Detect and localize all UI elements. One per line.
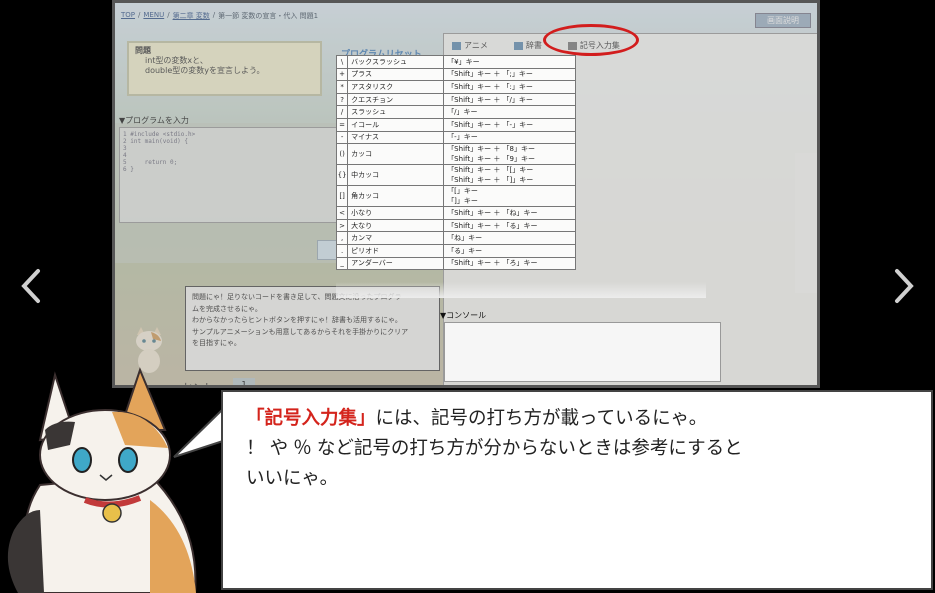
symbol-char: ?	[335, 92, 349, 107]
symbol-char: *	[335, 80, 349, 94]
symbol-row: < 小なり 「Shift」キー ＋ 「ね」キー	[335, 206, 576, 220]
symbol-input-method: 「Shift」キー ＋ 「;」キー	[443, 67, 576, 82]
symbol-row: {} 中カッコ 「Shift」キー ＋ 「[」キー 「Shift」キー ＋ 「]」キー	[335, 164, 576, 187]
symbol-input-line: 「]」キー	[447, 197, 478, 206]
symbol-char: =	[335, 117, 349, 132]
symbol-input-line: 「Shift」キー ＋ 「ね」キー	[447, 208, 538, 217]
symbol-input-method: 「¥」キー	[443, 55, 576, 69]
symbol-name: 中カッコ	[347, 164, 445, 187]
symbol-input-method: 「ね」キー	[443, 231, 576, 245]
symbol-input-line: 「-」キー	[447, 133, 478, 142]
symbol-input-line: 「[」キー	[447, 187, 478, 196]
speech-line-2: ！ や ％ など記号の打ち方が分からないときは参考にすると	[246, 437, 743, 458]
symbol-input-method: 「る」キー	[443, 243, 576, 258]
symbol-row: + プラス 「Shift」キー ＋ 「;」キー	[335, 67, 576, 82]
symbol-input-method: 「[」キー 「]」キー	[443, 185, 576, 208]
symbol-row: * アスタリスク 「Shift」キー ＋ 「:」キー	[335, 80, 576, 94]
symbol-input-line: 「Shift」キー ＋ 「/」キー	[447, 95, 533, 104]
symbol-row: [] 角カッコ 「[」キー 「]」キー	[335, 185, 576, 208]
console-output	[444, 322, 721, 382]
symbol-row: ? クエスチョン 「Shift」キー ＋ 「/」キー	[335, 92, 576, 107]
symbol-row: , カンマ 「ね」キー	[335, 231, 576, 245]
symbol-input-line: 「Shift」キー ＋ 「ろ」キー	[447, 259, 538, 268]
symbol-char: /	[335, 105, 349, 119]
symbol-row: \ バックスラッシュ 「¥」キー	[335, 55, 576, 69]
symbol-input-method: 「Shift」キー ＋ 「/」キー	[443, 92, 576, 107]
symbol-input-method: 「Shift」キー ＋ 「-」キー	[443, 117, 576, 132]
symbol-row: > 大なり 「Shift」キー ＋ 「る」キー	[335, 218, 576, 233]
speech-line-3: いいにゃ。	[246, 467, 339, 488]
symbol-name: 小なり	[347, 206, 445, 220]
symbol-name: カンマ	[347, 231, 445, 245]
symbol-row: / スラッシュ 「/」キー	[335, 105, 576, 119]
symbol-row: = イコール 「Shift」キー ＋ 「-」キー	[335, 117, 576, 132]
symbol-input-line: 「Shift」キー ＋ 「9」キー	[447, 155, 536, 164]
symbol-input-method: 「/」キー	[443, 105, 576, 119]
speech-line-1: には、記号の打ち方が載っているにゃ。	[375, 407, 708, 428]
symbol-input-method: 「Shift」キー ＋ 「る」キー	[443, 218, 576, 233]
tab-highlight-ring	[543, 24, 639, 56]
symbol-name: イコール	[347, 117, 445, 132]
symbol-name: アスタリスク	[347, 80, 445, 94]
symbol-name: プラス	[347, 67, 445, 82]
symbol-char: ()	[335, 143, 349, 166]
symbol-char: <	[335, 206, 349, 220]
prev-arrow-icon[interactable]	[18, 268, 44, 304]
symbol-name: アンダーバー	[347, 256, 445, 271]
symbol-row: () カッコ 「Shift」キー ＋ 「8」キー 「Shift」キー ＋ 「9」キー	[335, 143, 576, 166]
symbol-input-line: 「Shift」キー ＋ 「[」キー	[447, 166, 534, 175]
symbol-input-line: 「Shift」キー ＋ 「8」キー	[447, 145, 536, 154]
guide-speech-text: 「記号入力集」には、記号の打ち方が載っているにゃ。 ！ や ％ など記号の打ち方…	[246, 403, 906, 493]
symbol-input-method: 「Shift」キー ＋ 「ね」キー	[443, 206, 576, 220]
symbol-input-line: 「Shift」キー ＋ 「]」キー	[447, 176, 534, 185]
symbol-input-method: 「Shift」キー ＋ 「ろ」キー	[443, 256, 576, 271]
symbol-char: _	[335, 256, 349, 271]
symbol-input-method: 「Shift」キー ＋ 「:」キー	[443, 80, 576, 94]
symbol-input-line: 「る」キー	[447, 246, 483, 255]
symbol-input-method: 「-」キー	[443, 130, 576, 145]
symbol-input-line: 「ね」キー	[447, 234, 483, 243]
symbol-input-method: 「Shift」キー ＋ 「8」キー 「Shift」キー ＋ 「9」キー	[443, 143, 576, 166]
symbol-input-line: 「Shift」キー ＋ 「-」キー	[447, 120, 534, 129]
symbol-input-line: 「/」キー	[447, 108, 478, 117]
console-label: ▼コンソール	[440, 311, 487, 320]
symbol-name: スラッシュ	[347, 105, 445, 119]
symbol-name: 角カッコ	[347, 185, 445, 208]
symbol-name: 大なり	[347, 218, 445, 233]
symbol-input-line: 「Shift」キー ＋ 「;」キー	[447, 70, 533, 79]
symbol-input-line: 「Shift」キー ＋ 「る」キー	[447, 221, 538, 230]
symbol-char: >	[335, 218, 349, 233]
symbol-name: クエスチョン	[347, 92, 445, 107]
symbol-char: \	[335, 55, 349, 69]
symbol-char: .	[335, 243, 349, 258]
symbol-name: カッコ	[347, 143, 445, 166]
symbol-name: マイナス	[347, 130, 445, 145]
next-arrow-icon[interactable]	[891, 268, 917, 304]
symbol-char: []	[335, 185, 349, 208]
symbol-row: - マイナス 「-」キー	[335, 130, 576, 145]
table-fade	[336, 282, 706, 298]
symbol-row: . ピリオド 「る」キー	[335, 243, 576, 258]
guide-cat-illustration	[7, 367, 197, 593]
symbol-name: バックスラッシュ	[347, 55, 445, 69]
symbol-name: ピリオド	[347, 243, 445, 258]
symbol-row: _ アンダーバー 「Shift」キー ＋ 「ろ」キー	[335, 256, 576, 271]
symbol-input-method: 「Shift」キー ＋ 「[」キー 「Shift」キー ＋ 「]」キー	[443, 164, 576, 187]
symbol-input-line: 「¥」キー	[447, 57, 480, 66]
symbol-input-line: 「Shift」キー ＋ 「:」キー	[447, 82, 533, 91]
symbol-char: {}	[335, 164, 349, 187]
speech-highlight: 「記号入力集」	[246, 407, 376, 428]
symbol-char: ,	[335, 231, 349, 245]
symbol-table: \ バックスラッシュ 「¥」キー + プラス 「Shift」キー ＋ 「;」キー * アスタリ…	[335, 55, 576, 271]
symbol-char: -	[335, 130, 349, 145]
symbol-char: +	[335, 67, 349, 82]
